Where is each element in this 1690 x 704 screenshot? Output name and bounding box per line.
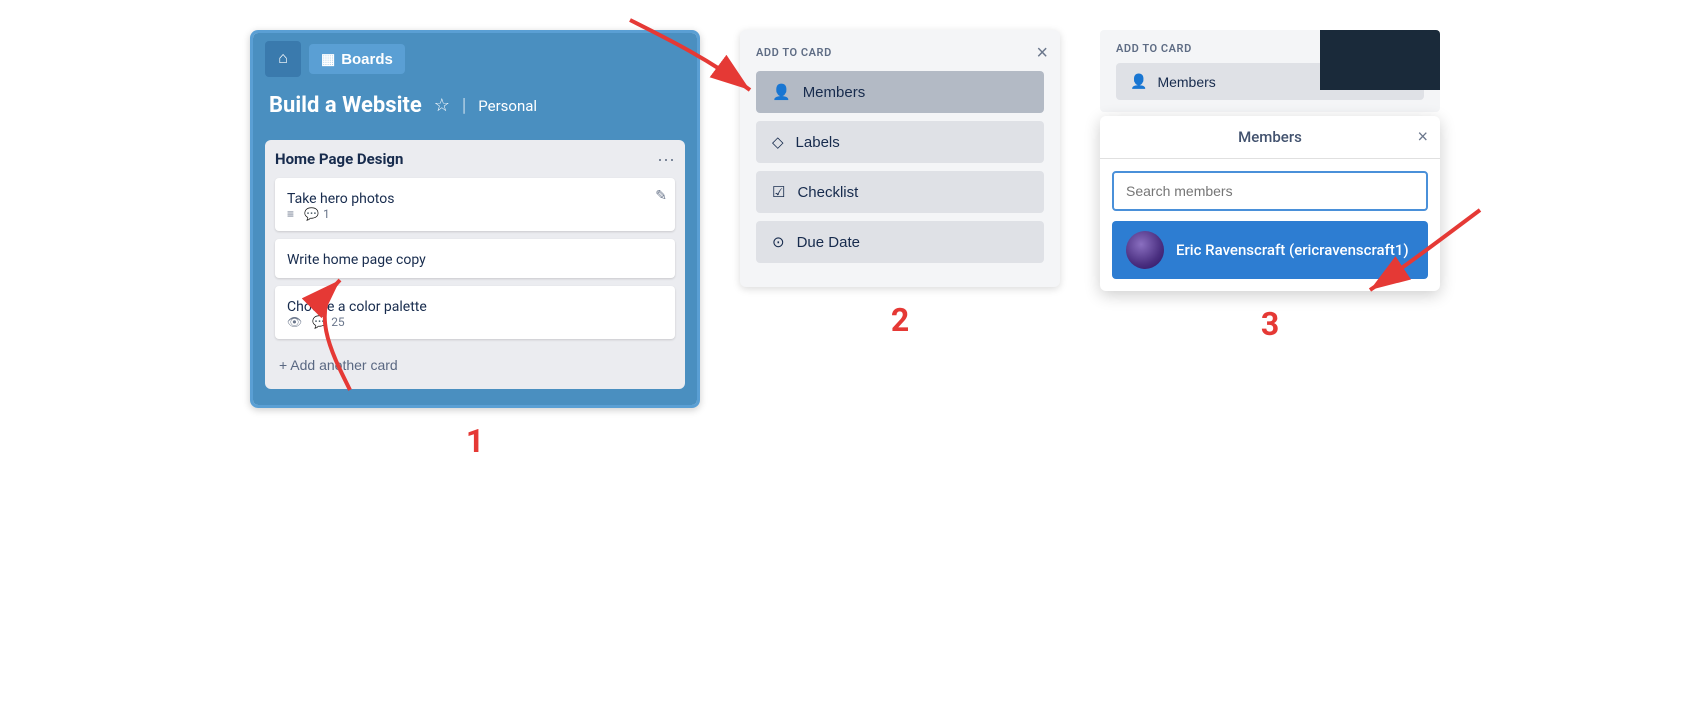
card-choose-color[interactable]: Choose a color palette 👁 💬 25 — [275, 286, 675, 339]
panel2-close-button[interactable]: × — [1036, 42, 1048, 65]
comment-count-item: 💬 25 — [312, 315, 344, 329]
edit-icon: ✎ — [655, 188, 667, 204]
comment-count-item: 💬 1 — [304, 207, 330, 221]
watch-icon: 👁 — [287, 315, 302, 329]
home-icon: ⌂ — [278, 50, 288, 68]
boards-button[interactable]: ▦ Boards — [309, 44, 405, 74]
step-3-label: 3 — [1261, 305, 1279, 343]
boards-label: Boards — [341, 51, 393, 68]
description-icon: ≡ — [287, 207, 294, 221]
checklist-label: Checklist — [797, 184, 858, 201]
add-card-button[interactable]: + Add another card — [275, 351, 675, 379]
due-date-label: Due Date — [797, 234, 860, 251]
board-title-bar: Build a Website ☆ | Personal — [253, 85, 697, 130]
comment-icon: 💬 — [304, 207, 319, 221]
card-take-hero-photos[interactable]: Take hero photos ✎ ≡ 💬 1 — [275, 178, 675, 231]
card-title: Take hero photos — [287, 191, 394, 207]
checklist-icon: ☑ — [772, 183, 785, 201]
board-body: Home Page Design ··· Take hero photos ✎ … — [253, 130, 697, 405]
watch-icon-item: 👁 — [287, 315, 302, 329]
search-members-input[interactable] — [1112, 171, 1428, 211]
boards-grid-icon: ▦ — [321, 50, 335, 68]
step-1-label: 1 — [466, 422, 484, 460]
menu-item-due-date[interactable]: ⊙ Due Date — [756, 221, 1044, 263]
labels-label: Labels — [796, 134, 840, 151]
members-popup-header: Members × — [1100, 116, 1440, 159]
card-meta: 👁 💬 25 — [287, 315, 663, 329]
panel3-sidebar: ADD TO CARD 👤 Members — [1100, 30, 1440, 112]
members-icon: 👤 — [772, 83, 791, 101]
panel2-section-label: ADD TO CARD — [756, 46, 1044, 59]
list-title: Home Page Design — [275, 150, 403, 168]
member-item-eric[interactable]: Eric Ravenscraft (ericravenscraft1) — [1112, 221, 1428, 279]
members-popup-body: Eric Ravenscraft (ericravenscraft1) — [1100, 159, 1440, 291]
menu-item-checklist[interactable]: ☑ Checklist — [756, 171, 1044, 213]
due-date-icon: ⊙ — [772, 233, 785, 251]
members-popup: Members × Eric Ravenscraft (ericravenscr… — [1100, 116, 1440, 291]
board-personal-label: Personal — [478, 97, 537, 115]
dark-corner — [1320, 30, 1440, 90]
list-container: Home Page Design ··· Take hero photos ✎ … — [265, 140, 685, 389]
board-top-nav: ⌂ ▦ Boards — [253, 33, 697, 85]
card-title: Choose a color palette — [287, 299, 427, 315]
list-header: Home Page Design ··· — [275, 150, 675, 168]
panel2-add-card: × ADD TO CARD 👤 Members ◇ Labels ☑ Check… — [740, 30, 1060, 287]
comment-count: 25 — [331, 315, 345, 329]
member-avatar — [1126, 231, 1164, 269]
home-button[interactable]: ⌂ — [265, 41, 301, 77]
menu-item-labels[interactable]: ◇ Labels — [756, 121, 1044, 163]
step-2-label: 2 — [891, 301, 909, 339]
member-name: Eric Ravenscraft (ericravenscraft1) — [1176, 241, 1409, 259]
labels-icon: ◇ — [772, 133, 784, 151]
sidebar-members-icon: 👤 — [1130, 73, 1147, 90]
board-title: Build a Website — [269, 93, 422, 118]
panel1-board: ⌂ ▦ Boards Build a Website ☆ | Personal — [250, 30, 700, 408]
comment-icon: 💬 — [312, 315, 327, 329]
list-menu-button[interactable]: ··· — [657, 150, 675, 168]
sidebar-members-label: Members — [1157, 74, 1215, 90]
members-popup-close-button[interactable]: × — [1417, 127, 1428, 148]
members-popup-title: Members — [1238, 128, 1302, 146]
description-icon-item: ≡ — [287, 207, 294, 221]
avatar-image — [1126, 231, 1164, 269]
title-separator: | — [462, 95, 466, 116]
star-icon[interactable]: ☆ — [434, 95, 450, 116]
card-write-home-page[interactable]: Write home page copy — [275, 239, 675, 278]
card-meta: ≡ 💬 1 — [287, 207, 663, 221]
card-title: Write home page copy — [287, 252, 426, 268]
comment-count: 1 — [323, 207, 330, 221]
menu-item-members[interactable]: 👤 Members — [756, 71, 1044, 113]
members-label: Members — [803, 84, 866, 101]
